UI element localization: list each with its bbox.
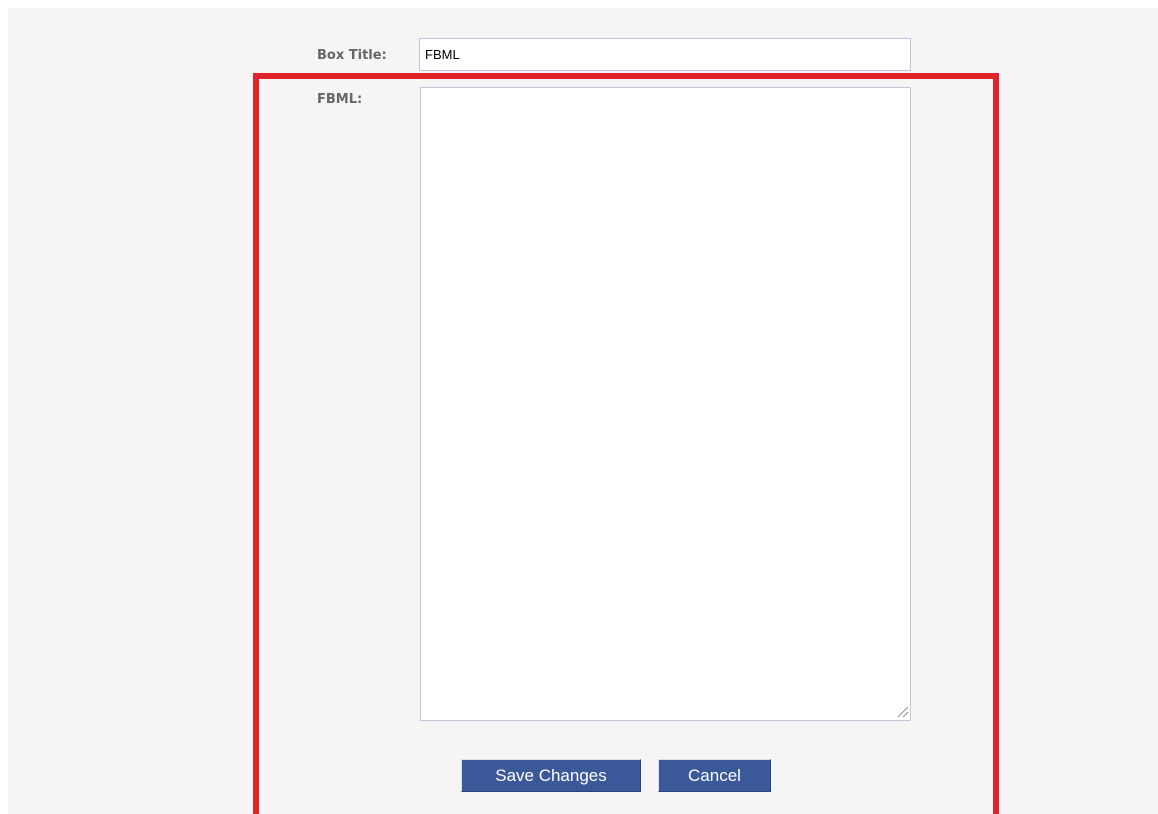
fbml-label: FBML:	[317, 92, 363, 107]
fbml-textarea[interactable]	[420, 87, 911, 721]
resize-grip-icon[interactable]	[895, 704, 909, 718]
cancel-button[interactable]: Cancel	[658, 759, 771, 792]
box-title-input[interactable]	[419, 38, 911, 71]
box-title-label: Box Title:	[317, 48, 387, 63]
save-changes-button[interactable]: Save Changes	[461, 759, 641, 792]
